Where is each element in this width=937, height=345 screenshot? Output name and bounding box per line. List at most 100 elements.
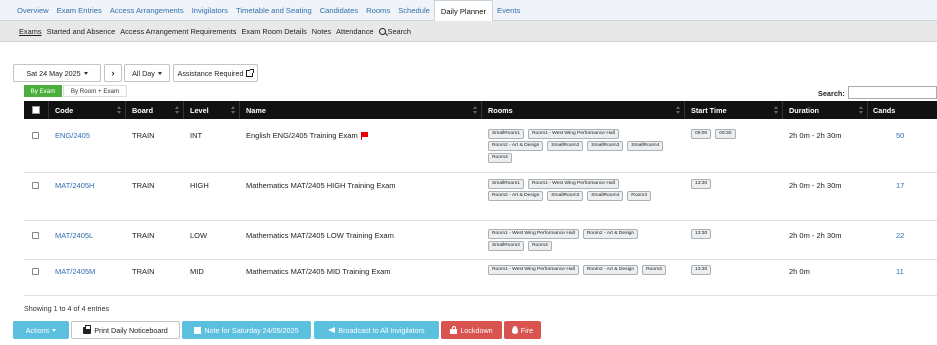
subtab-exams[interactable]: Exams [19,27,42,36]
subtab-exam-room-details[interactable]: Exam Room Details [241,27,306,36]
start-time-chip[interactable]: 13:30 [691,229,712,239]
row-checkbox[interactable] [32,132,39,139]
exam-code-link[interactable]: ENG/2405 [55,131,90,140]
fire-button[interactable]: Fire [504,321,541,339]
level-cell: LOW [190,231,208,240]
room-chip[interactable]: Room2 - Art & Design [488,191,544,201]
subtab-label: Started and Absence [46,27,116,36]
sub-tab-bar: Exams Started and Absence Access Arrangeme… [0,21,937,42]
row-checkbox[interactable] [32,182,39,189]
room-chip[interactable]: Room2 - Art & Design [488,141,544,151]
main-tab-bar: Overview Exam Entries Access Arrangements I… [0,0,937,22]
view-by-room-button[interactable]: By Room + Exam [63,85,127,97]
broadcast-label: Broadcast to All Invigilators [338,325,425,335]
note-button[interactable]: Note for Saturday 24/05/2025 [182,321,311,339]
exam-code-link[interactable]: MAT/2405L [55,231,93,240]
tab-overview[interactable]: Overview [13,0,53,21]
tab-invigilators[interactable]: Invigilators [188,0,232,21]
room-chip[interactable]: SmallRoom1 [488,129,524,139]
view-by-exam-button[interactable]: By Exam [24,85,62,97]
room-chip[interactable]: Room2 - Art & Design [582,229,639,239]
column-header-level[interactable]: Level [184,101,240,119]
column-header-rooms[interactable]: Rooms [482,101,685,119]
room-chip[interactable]: SmallRoom2 [488,241,524,251]
room-chip[interactable]: Room2 - Art & Design [582,265,639,275]
date-dropdown[interactable]: Sat 24 May 2025 [13,64,101,82]
cands-link[interactable]: 17 [896,181,904,190]
board-cell: TRAIN [132,131,155,140]
subtab-label: Search [387,27,411,36]
subtab-access-arrangement-requirements[interactable]: Access Arrangement Requirements [120,27,236,36]
print-label: Print Daily Noticeboard [94,325,168,335]
column-header-label: Rooms [488,105,513,115]
room-chip[interactable]: SmallRoom3 [547,191,584,201]
sort-icon [676,106,680,114]
subtab-started-and-absence[interactable]: Started and Absence [47,27,116,36]
table-row[interactable]: ENG/2405 TRAIN INT English ENG/2405 Trai… [24,119,937,173]
room-chip[interactable]: Room1 - West Wing Performance Hall [528,129,619,139]
column-header-duration[interactable]: Duration [783,101,868,119]
tab-events[interactable]: Events [493,0,524,21]
start-time-chip[interactable]: 09:30 [715,129,736,139]
start-time-chip[interactable]: 13:30 [691,265,712,275]
room-chip[interactable]: Room1 - West Wing Performance Hall [488,265,579,275]
row-checkbox[interactable] [32,268,39,275]
column-header-board[interactable]: Board [126,101,184,119]
row-checkbox[interactable] [32,232,39,239]
print-noticeboard-button[interactable]: Print Daily Noticeboard [71,321,180,339]
room-chip[interactable]: Room3 [528,241,552,251]
column-header-code[interactable]: Code [49,101,126,119]
sort-icon [774,106,778,114]
period-dropdown[interactable]: All Day [124,64,170,82]
tab-access-arrangements[interactable]: Access Arrangements [106,0,188,21]
room-chip[interactable]: SmallRoom3 [587,141,624,151]
level-cell: INT [190,131,203,140]
table-row[interactable]: MAT/2405L TRAIN LOW Mathematics MAT/2405… [24,221,937,260]
room-chip[interactable]: Room3 [642,265,666,275]
board-cell: TRAIN [132,181,155,190]
subtab-attendance[interactable]: Attendance [336,27,373,36]
cands-link[interactable]: 50 [896,131,904,140]
broadcast-button[interactable]: Broadcast to All Invigilators [314,321,439,339]
column-header-name[interactable]: Name [240,101,482,119]
actions-label: Actions [25,325,50,335]
lockdown-button[interactable]: Lockdown [441,321,502,339]
select-all-checkbox[interactable] [32,106,40,114]
tab-exam-entries[interactable]: Exam Entries [53,0,106,21]
assistance-required-button[interactable]: Assistance Required [173,64,258,82]
tab-candidates[interactable]: Candidates [316,0,362,21]
column-header-label: Name [246,105,266,115]
tab-daily-planner[interactable]: Daily Planner [433,0,494,22]
room-chip[interactable]: Room1 - West Wing Performance Hall [488,229,579,239]
room-chip[interactable]: Room1 - West Wing Performance Hall [528,179,619,189]
cands-link[interactable]: 11 [896,267,904,276]
column-header-cands[interactable]: Cands [868,101,937,119]
cands-link[interactable]: 22 [896,231,904,240]
room-chip[interactable]: SmallRoom4 [627,141,664,151]
column-header-label: Cands [873,105,896,115]
subtab-label: Exams [19,27,42,36]
tab-schedule[interactable]: Schedule [394,0,434,21]
room-chip[interactable]: Room3 [488,153,512,163]
subtab-notes[interactable]: Notes [312,27,331,36]
subtab-search[interactable]: Search [378,27,411,36]
table-row[interactable]: MAT/2405M TRAIN MID Mathematics MAT/2405… [24,260,937,296]
start-time-chip[interactable]: 09:00 [691,129,712,139]
actions-button[interactable]: Actions [13,321,69,339]
search-input[interactable] [848,86,937,99]
tab-rooms[interactable]: Rooms [362,0,394,21]
period-dropdown-label: All Day [132,68,155,78]
sort-icon [231,106,235,114]
next-day-button[interactable]: › [104,64,122,82]
table-row[interactable]: MAT/2405H TRAIN HIGH Mathematics MAT/240… [24,173,937,221]
column-header-start-time[interactable]: Start Time [685,101,783,119]
room-chip[interactable]: Room3 [627,191,652,201]
room-chip[interactable]: SmallRoom2 [547,141,584,151]
exam-code-link[interactable]: MAT/2405M [55,267,95,276]
tab-timetable-and-seating[interactable]: Timetable and Seating [232,0,316,21]
room-chip[interactable]: SmallRoom1 [488,179,524,189]
note-label: Note for Saturday 24/05/2025 [204,325,299,335]
room-chip[interactable]: SmallRoom4 [587,191,624,201]
start-time-chip[interactable]: 13:30 [691,179,712,189]
exam-code-link[interactable]: MAT/2405H [55,181,94,190]
